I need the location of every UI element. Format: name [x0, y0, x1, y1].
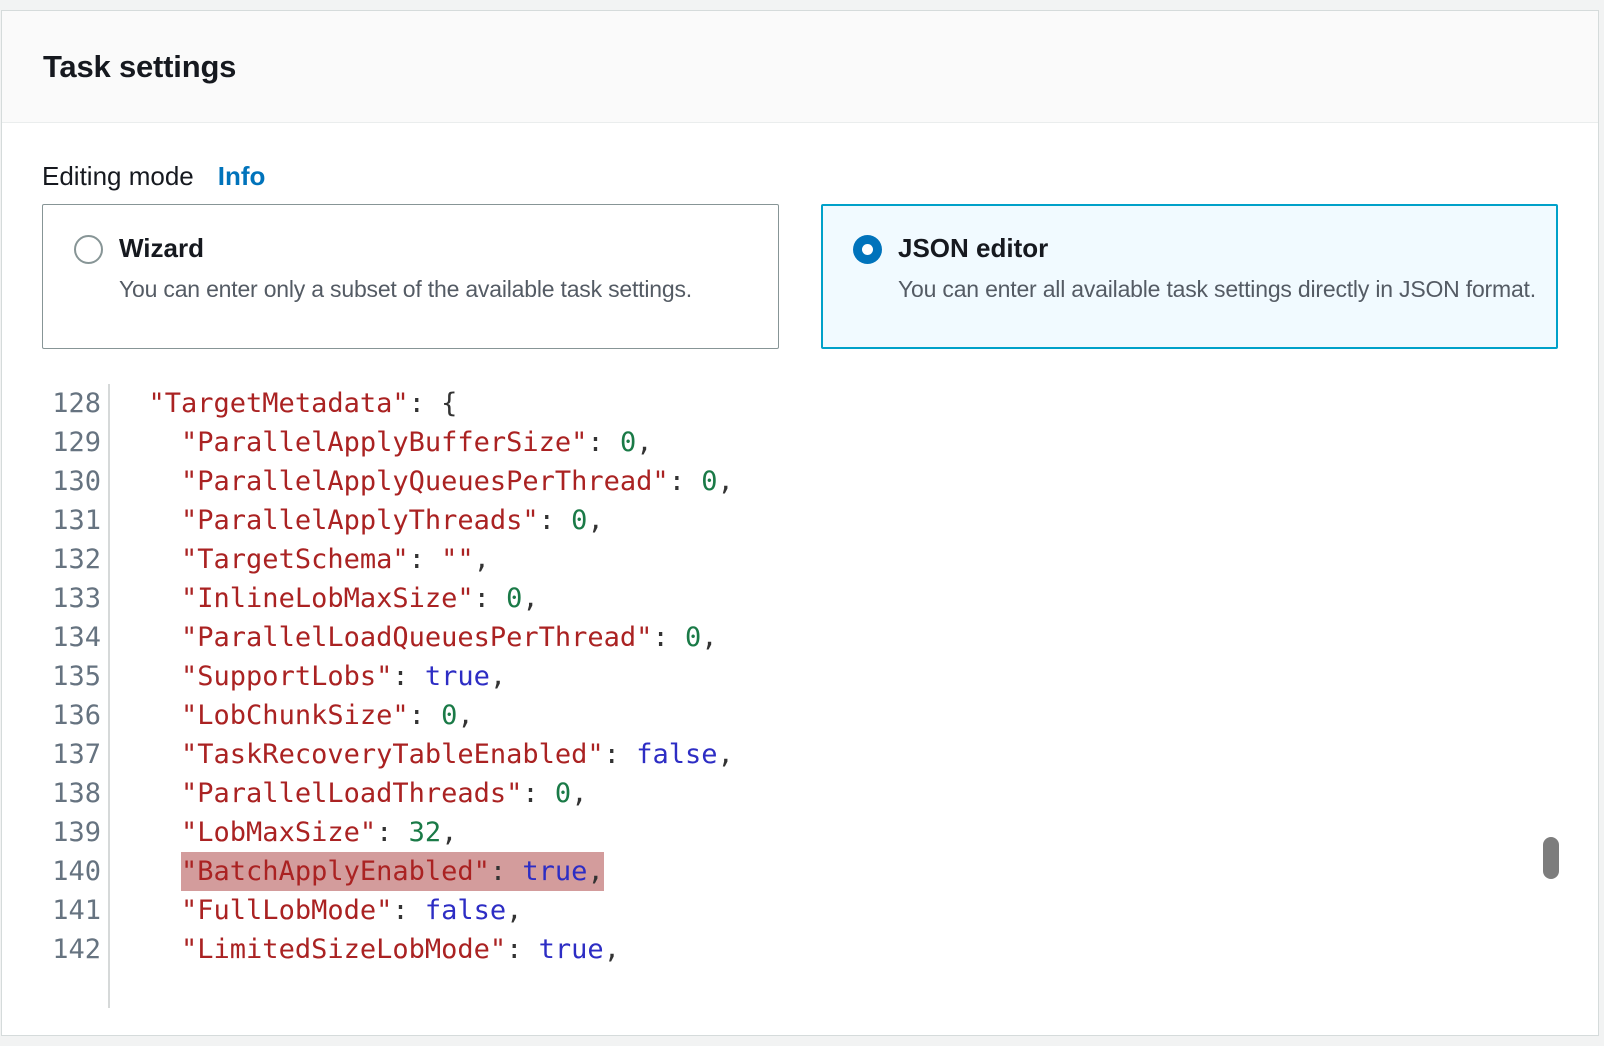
code-line: 138 "ParallelLoadThreads": 0, [42, 774, 1558, 813]
code-line-text: "SupportLobs": true, [110, 657, 506, 696]
line-number: 134 [42, 618, 110, 657]
code-line: 139 "LobMaxSize": 32, [42, 813, 1558, 852]
search-match-highlight: "BatchApplyEnabled": true, [181, 852, 604, 891]
code-line-text: "FullLobMode": false, [110, 891, 522, 930]
scrollbar-thumb[interactable] [1543, 837, 1559, 879]
tile-wizard-label: Wizard [119, 232, 692, 264]
line-number: 139 [42, 813, 110, 852]
line-number: 137 [42, 735, 110, 774]
code-line-text: "LimitedSizeLobMode": true, [110, 930, 620, 969]
page-title: Task settings [43, 49, 236, 85]
code-line-text: "ParallelApplyQueuesPerThread": 0, [110, 462, 734, 501]
info-link[interactable]: Info [218, 161, 266, 191]
tile-wizard-description: You can enter only a subset of the avail… [119, 271, 692, 307]
code-line: 137 "TaskRecoveryTableEnabled": false, [42, 735, 1558, 774]
code-line: 132 "TargetSchema": "", [42, 540, 1558, 579]
panel-header: Task settings [2, 11, 1598, 123]
code-line-text: "ParallelApplyThreads": 0, [110, 501, 604, 540]
tile-text: JSON editor You can enter all available … [898, 232, 1536, 307]
code-line: 135 "SupportLobs": true, [42, 657, 1558, 696]
code-line-text: "ParallelLoadQueuesPerThread": 0, [110, 618, 717, 657]
code-line-filler [42, 969, 1558, 1008]
radio-selected-icon[interactable] [853, 235, 882, 264]
editing-mode-row: Editing mode Info [42, 161, 1558, 191]
code-line-text: "LobMaxSize": 32, [110, 813, 457, 852]
line-number: 141 [42, 891, 110, 930]
editing-mode-label: Editing mode [42, 161, 194, 191]
code-line-text: "ParallelApplyBufferSize": 0, [110, 423, 652, 462]
code-line: 134 "ParallelLoadQueuesPerThread": 0, [42, 618, 1558, 657]
code-line: 133 "InlineLobMaxSize": 0, [42, 579, 1558, 618]
line-number: 131 [42, 501, 110, 540]
line-number: 136 [42, 696, 110, 735]
code-line-text: "TargetSchema": "", [110, 540, 490, 579]
line-number: 132 [42, 540, 110, 579]
panel-body: Editing mode Info Wizard You can enter o… [2, 161, 1598, 1008]
line-number: 138 [42, 774, 110, 813]
line-number: 133 [42, 579, 110, 618]
tile-json-editor[interactable]: JSON editor You can enter all available … [821, 204, 1558, 349]
tile-text: Wizard You can enter only a subset of th… [119, 232, 692, 307]
line-number: 128 [42, 384, 110, 423]
code-line: 128 "TargetMetadata": { [42, 384, 1558, 423]
code-line: 136 "LobChunkSize": 0, [42, 696, 1558, 735]
code-line-text: "BatchApplyEnabled": true, [110, 852, 604, 891]
code-line: 131 "ParallelApplyThreads": 0, [42, 501, 1558, 540]
code-line-text: "TargetMetadata": { [110, 384, 457, 423]
tile-json-editor-label: JSON editor [898, 232, 1536, 264]
tile-wizard[interactable]: Wizard You can enter only a subset of th… [42, 204, 779, 349]
code-line-text: "LobChunkSize": 0, [110, 696, 474, 735]
line-number: 142 [42, 930, 110, 969]
tile-json-editor-description: You can enter all available task setting… [898, 271, 1536, 307]
code-line: 140 "BatchApplyEnabled": true, [42, 852, 1558, 891]
line-number: 140 [42, 852, 110, 891]
code-line: 129 "ParallelApplyBufferSize": 0, [42, 423, 1558, 462]
line-number: 135 [42, 657, 110, 696]
json-code-editor[interactable]: 128 "TargetMetadata": {129 "ParallelAppl… [42, 384, 1558, 1008]
task-settings-panel: Task settings Editing mode Info Wizard Y… [1, 10, 1599, 1036]
code-line: 141 "FullLobMode": false, [42, 891, 1558, 930]
code-line-text: "ParallelLoadThreads": 0, [110, 774, 587, 813]
radio-unselected-icon[interactable] [74, 235, 103, 264]
line-number: 129 [42, 423, 110, 462]
code-line: 130 "ParallelApplyQueuesPerThread": 0, [42, 462, 1558, 501]
code-line: 142 "LimitedSizeLobMode": true, [42, 930, 1558, 969]
code-line-text: "TaskRecoveryTableEnabled": false, [110, 735, 734, 774]
code-line-text: "InlineLobMaxSize": 0, [110, 579, 539, 618]
editing-mode-tiles: Wizard You can enter only a subset of th… [42, 204, 1558, 349]
line-number: 130 [42, 462, 110, 501]
